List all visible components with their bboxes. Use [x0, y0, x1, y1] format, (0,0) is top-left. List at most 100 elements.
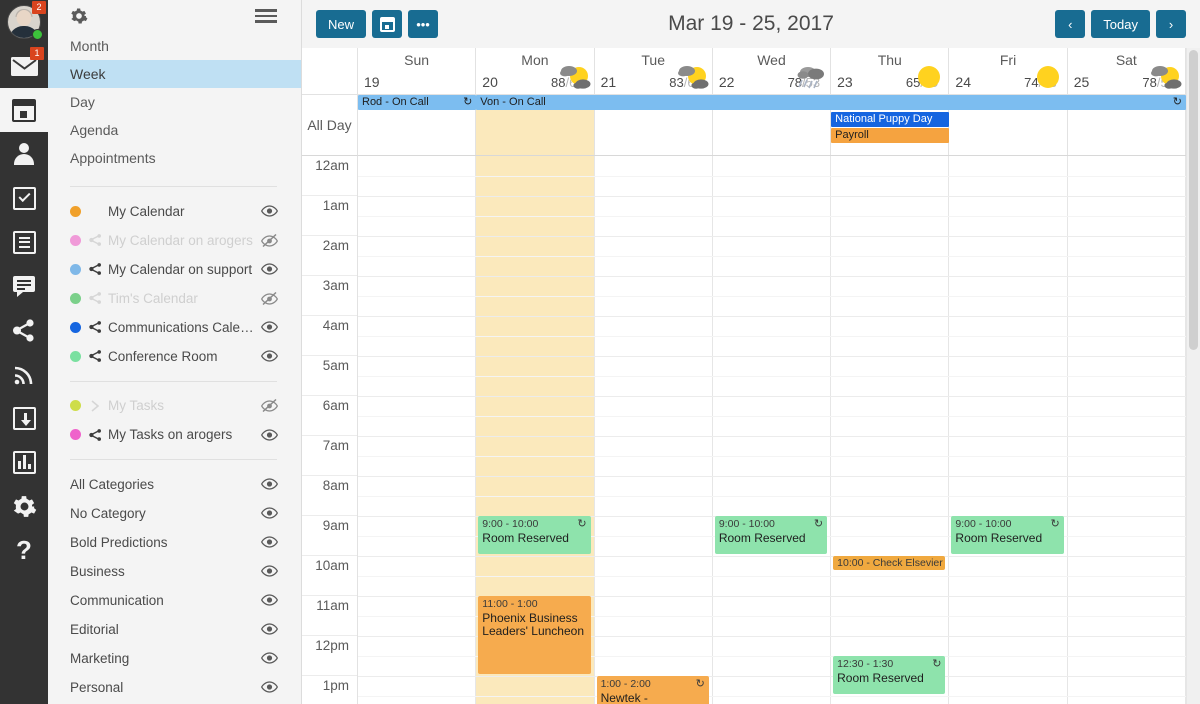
- rail-item-mail[interactable]: 1: [0, 44, 48, 88]
- rail-item-help[interactable]: ?: [0, 528, 48, 572]
- calendar-item-3[interactable]: Tim's Calendar: [48, 284, 301, 313]
- day-header-tue[interactable]: Tue2183/60: [594, 48, 713, 95]
- category-item-0[interactable]: All Categories: [48, 470, 301, 499]
- eye-icon[interactable]: [261, 263, 278, 275]
- today-button[interactable]: Today: [1091, 10, 1150, 38]
- all-day-event[interactable]: ↻ Von - On Call: [476, 95, 1186, 110]
- calendar-wrapper: Sun 19 Mon2088/60Tue2183/60Wed2278/53Thu23…: [302, 48, 1200, 704]
- eye-icon[interactable]: [261, 681, 278, 694]
- calendar-picker-button[interactable]: [372, 10, 403, 38]
- day-column-3[interactable]: [713, 156, 832, 704]
- eye-icon[interactable]: [261, 623, 278, 636]
- day-header-sun[interactable]: Sun 19: [358, 48, 477, 95]
- calendar-event[interactable]: 11:00 - 1:00 Phoenix Business Leaders' Lu…: [478, 596, 591, 674]
- day-column-4[interactable]: [831, 156, 950, 704]
- calendar-item-5[interactable]: Conference Room: [48, 342, 301, 371]
- all-day-event[interactable]: National Puppy Day: [831, 112, 950, 127]
- day-header-thu[interactable]: Thu2365/49: [831, 48, 950, 95]
- eye-icon[interactable]: [261, 205, 278, 217]
- rail-item-feeds[interactable]: [0, 352, 48, 396]
- day-header-mon[interactable]: Mon2088/60: [476, 48, 595, 95]
- time-grid[interactable]: ↻ 9:00 - 10:00 Room Reserved ↻ 9:00 - 10:00 R…: [358, 156, 1186, 704]
- rail-item-contacts[interactable]: [0, 132, 48, 176]
- eye-icon[interactable]: [261, 321, 278, 333]
- calendar-event[interactable]: ↻ 12:30 - 1:30 Room Reserved: [833, 656, 946, 694]
- day-column-5[interactable]: [949, 156, 1068, 704]
- eye-icon[interactable]: [261, 565, 278, 578]
- category-item-2[interactable]: Bold Predictions: [48, 528, 301, 557]
- category-item-1[interactable]: No Category: [48, 499, 301, 528]
- sidebar-item-agenda[interactable]: Agenda: [48, 116, 301, 144]
- more-options-button[interactable]: •••: [408, 10, 439, 38]
- calendar-event[interactable]: ↻ 9:00 - 10:00 Room Reserved: [714, 516, 828, 554]
- all-day-event[interactable]: ↻ Rod - On Call: [358, 95, 477, 110]
- eye-icon[interactable]: [261, 429, 278, 441]
- recurring-icon: ↻: [1172, 96, 1182, 108]
- calendar-item-2[interactable]: My Calendar on support: [48, 255, 301, 284]
- next-week-button[interactable]: ›: [1156, 10, 1186, 38]
- day-header-sat[interactable]: Sat2578/53: [1067, 48, 1186, 95]
- rail-item-chat[interactable]: [0, 264, 48, 308]
- hour-label-cell: 2am: [302, 236, 357, 276]
- calendar-event[interactable]: ↻ 9:00 - 10:00 Room Reserved: [478, 516, 591, 554]
- eye-icon[interactable]: [261, 594, 278, 607]
- new-button[interactable]: New: [316, 10, 367, 38]
- weather-partly-cloudy-icon: [676, 64, 710, 90]
- rail-item-settings[interactable]: [0, 484, 48, 528]
- category-item-7[interactable]: Personal: [48, 673, 301, 702]
- prev-week-button[interactable]: ‹: [1055, 10, 1086, 38]
- category-item-5[interactable]: Editorial: [48, 615, 301, 644]
- task-item-1[interactable]: My Tasks on arogers: [48, 420, 301, 449]
- rail-item-downloads[interactable]: [0, 396, 48, 440]
- half-hour-gridline: [358, 296, 1186, 297]
- sidebar-item-appointments[interactable]: Appointments: [48, 144, 301, 172]
- sidebar-item-week[interactable]: Week: [48, 59, 301, 88]
- day-column-2[interactable]: [595, 156, 713, 704]
- eye-slash-icon[interactable]: [261, 233, 278, 247]
- category-item-4[interactable]: Communication: [48, 586, 301, 615]
- calendar-item-0[interactable]: My Calendar: [48, 197, 301, 226]
- category-item-6[interactable]: Marketing: [48, 644, 301, 673]
- rail-item-reports[interactable]: [0, 440, 48, 484]
- event-label: 10:00 - Check Elsevier Age: [837, 557, 945, 569]
- rail-item-tasks[interactable]: [0, 176, 48, 220]
- eye-icon[interactable]: [261, 652, 278, 665]
- day-header-wed[interactable]: Wed2278/53: [712, 48, 832, 95]
- day-number: 25: [1073, 74, 1090, 90]
- vertical-scrollbar[interactable]: [1186, 48, 1200, 704]
- calendar-item-4[interactable]: Communications Calendar: [48, 313, 301, 342]
- eye-icon[interactable]: [261, 536, 278, 549]
- all-day-event[interactable]: Payroll: [831, 128, 950, 143]
- eye-icon[interactable]: [261, 507, 278, 520]
- eye-icon[interactable]: [261, 350, 278, 362]
- hamburger-icon[interactable]: [255, 9, 277, 23]
- day-column-0[interactable]: [358, 156, 477, 704]
- rail-item-share[interactable]: [0, 308, 48, 352]
- calendar-event[interactable]: 10:00 - Check Elsevier Age: [833, 556, 946, 570]
- calendar-event[interactable]: ↻ 9:00 - 10:00 Room Reserved: [951, 516, 1064, 554]
- weather-rain-icon: [794, 64, 828, 90]
- sidebar-item-month[interactable]: Month: [48, 32, 301, 60]
- eye-slash-icon[interactable]: [261, 291, 278, 305]
- task-item-0[interactable]: My Tasks: [48, 391, 301, 420]
- eye-slash-icon[interactable]: [261, 399, 278, 413]
- eye-icon[interactable]: [261, 478, 278, 491]
- day-header-fri[interactable]: Fri2474/53: [949, 48, 1068, 95]
- rail-item-notes[interactable]: [0, 220, 48, 264]
- all-day-event-area[interactable]: ↻ Rod - On Call ↻ Von - On Call National Pup…: [358, 95, 1186, 156]
- day-column-6[interactable]: [1068, 156, 1186, 704]
- calendar-item-1[interactable]: My Calendar on arogers: [48, 226, 301, 255]
- calendar-color-dot: [70, 292, 81, 304]
- category-item-3[interactable]: Business: [48, 557, 301, 586]
- calendar-event[interactable]: ↻ 1:00 - 2:00Newtek - SmarterTools: [596, 676, 709, 704]
- hour-label-cell: 8am: [302, 476, 357, 516]
- hour-label: 1am: [322, 198, 349, 213]
- calendar-name: Communications Calendar: [108, 319, 261, 335]
- scrollbar-thumb[interactable]: [1189, 50, 1198, 350]
- gear-icon[interactable]: [70, 7, 88, 25]
- sidebar-item-day[interactable]: Day: [48, 88, 301, 116]
- app-root: 2 1 ? Month Week Day Agenda Appointments…: [0, 0, 1200, 704]
- rail-item-calendar[interactable]: [0, 88, 48, 132]
- user-avatar[interactable]: 2: [0, 0, 48, 44]
- share-icon: [89, 292, 102, 304]
